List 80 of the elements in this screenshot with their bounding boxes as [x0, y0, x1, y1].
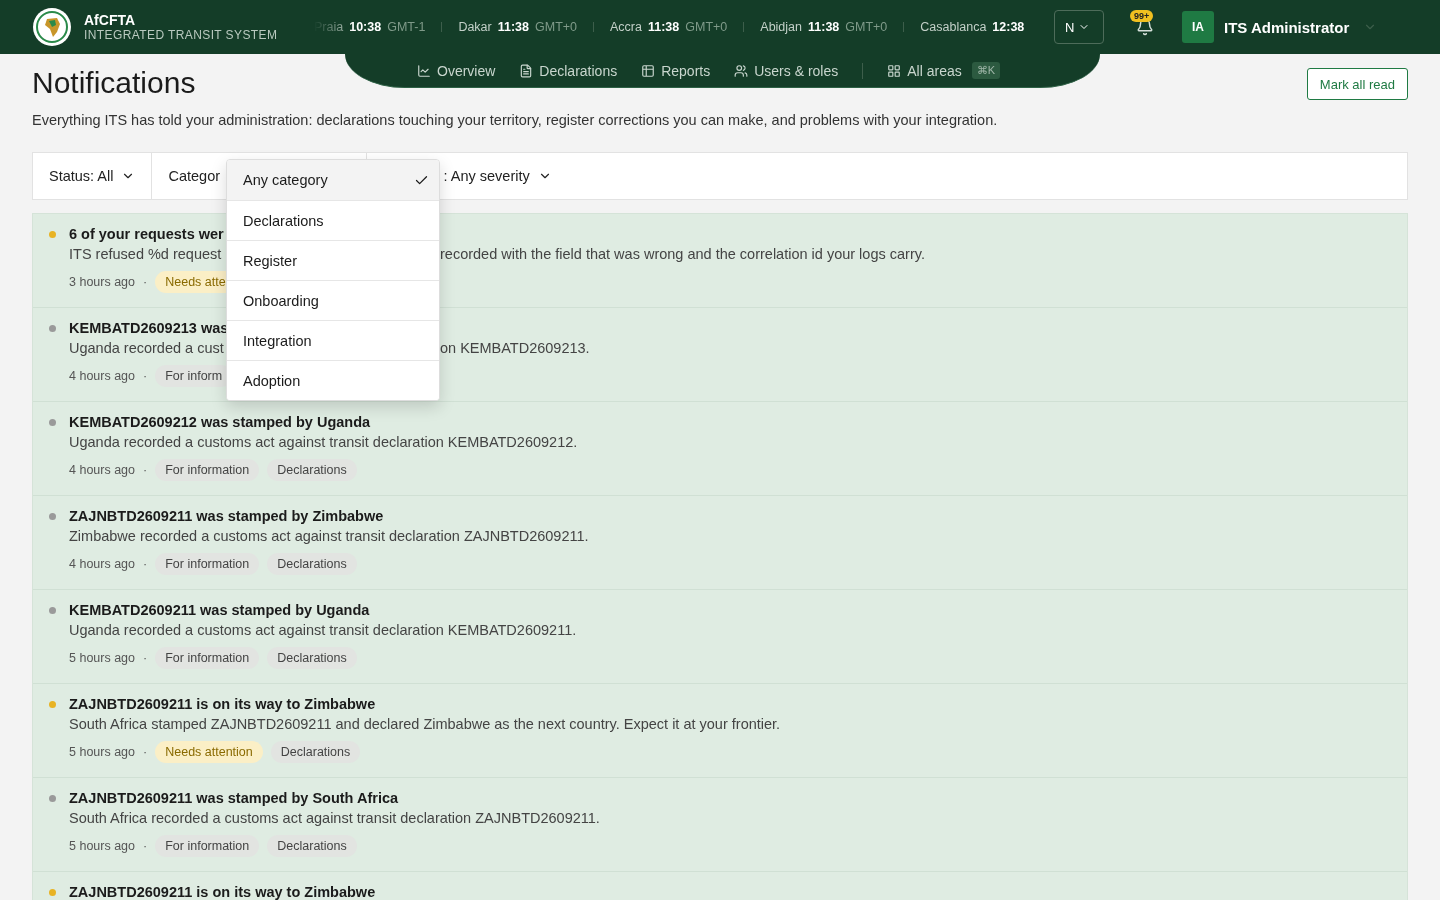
clock-time: 12:38: [992, 20, 1025, 34]
menu-item[interactable]: Register: [227, 240, 439, 280]
notification-title: ZAJNBTD2609211 was stamped by Zimbabwe: [69, 508, 384, 524]
timestamp: 5 hours ago: [69, 839, 136, 853]
clock-city: Casablanca: [920, 20, 987, 34]
page-description: Everything ITS has told your administration: declarations touching your territory, register corrections you can make, and problems with your integration.: [32, 112, 999, 128]
clock-city: Dakar: [458, 20, 492, 34]
tag: Needs attention: [155, 741, 263, 763]
separator: ·: [143, 275, 148, 289]
tag: Declarations: [267, 553, 357, 575]
users-icon: [734, 63, 749, 78]
clock-zone: GMT+0: [685, 20, 728, 34]
timestamp: 3 hours ago: [69, 275, 136, 289]
nav-link[interactable]: Overview: [417, 62, 496, 79]
user-avatar[interactable]: IA: [1182, 11, 1214, 43]
notification-body: recorded with the field that was wrong and the correlation id your logs carry.: [440, 246, 925, 262]
grid-icon: [887, 63, 902, 78]
timestamp: 5 hours ago: [69, 745, 136, 759]
tag: For information: [155, 553, 260, 575]
notification-body: Uganda recorded a customs act against transit declaration KEMBATD2609212.: [69, 434, 578, 450]
clock-city: Abidjan: [760, 20, 802, 34]
language-select[interactable]: N: [1054, 10, 1104, 44]
clock-time: 11:38: [648, 20, 680, 34]
clock-zone: GMT+0: [845, 20, 888, 34]
timestamp: 5 hours ago: [69, 651, 136, 665]
notification-body: ITS refused %d request: [69, 246, 222, 262]
user-name[interactable]: ITS Administrator: [1224, 18, 1350, 36]
menu-item[interactable]: Onboarding: [227, 280, 439, 320]
nav-link[interactable]: Declarations: [519, 62, 618, 79]
brand-subtitle: INTEGRATED TRANSIT SYSTEM: [84, 28, 279, 42]
notification-title: 6 of your requests wer: [69, 226, 224, 242]
table-icon: [641, 63, 656, 78]
clock-city: Accra: [610, 20, 642, 34]
separator: ·: [143, 651, 148, 665]
tag: For information: [155, 459, 260, 481]
chart-icon: [417, 63, 431, 78]
menu-item[interactable]: Any category: [227, 160, 439, 200]
timestamp: 4 hours ago: [69, 557, 136, 571]
document-icon: [519, 63, 534, 78]
page-title: Notifications: [32, 66, 196, 100]
nav-link[interactable]: All areas ⌘K: [887, 62, 1001, 79]
notification-count: 99+: [1130, 10, 1154, 22]
brand-name: AfCFTA: [84, 12, 137, 28]
separator: ·: [143, 369, 148, 383]
clock-time: 11:38: [497, 20, 529, 34]
logo-icon: [32, 7, 72, 47]
notification-body: Zimbabwe recorded a customs act against transit declaration ZAJNBTD2609211.: [69, 528, 589, 544]
separator: ·: [143, 557, 148, 571]
clock-time: 11:38: [808, 20, 840, 34]
separator: ·: [143, 745, 148, 759]
notification-body: Uganda recorded a customs act against transit declaration KEMBATD2609211.: [69, 622, 577, 638]
notification-title: ZAJNBTD2609211 was stamped by South Africa: [69, 790, 399, 806]
tag: For information: [155, 835, 260, 857]
shortcut-hint: ⌘K: [971, 62, 1001, 79]
notification-body: South Africa stamped ZAJNBTD2609211 and declared Zimbabwe as the next country. Expect it at your frontier.: [69, 716, 781, 732]
timestamp: 4 hours ago: [69, 369, 136, 383]
tag: For information: [155, 647, 260, 669]
nav-link[interactable]: Reports: [641, 62, 711, 79]
tag: Declarations: [270, 741, 361, 763]
notification-title: ZAJNBTD2609211 is on its way to Zimbabwe: [69, 696, 376, 712]
mark-all-read-button[interactable]: Mark all read: [1306, 68, 1408, 100]
notification-title: KEMBATD2609211 was stamped by Uganda: [69, 602, 370, 618]
notification-title: KEMBATD2609212 was stamped by Uganda: [69, 414, 371, 430]
separator: ·: [143, 463, 148, 477]
notification-body: South Africa recorded a customs act against transit declaration ZAJNBTD2609211.: [69, 810, 600, 826]
tag: Declarations: [267, 459, 357, 481]
notification-title: ZAJNBTD2609211 is on its way to Zimbabwe: [69, 884, 376, 900]
menu-item[interactable]: Adoption: [227, 360, 439, 400]
menu-item[interactable]: Declarations: [227, 200, 439, 240]
separator: ·: [143, 839, 148, 853]
clock-zone: GMT-1: [387, 20, 426, 34]
timestamp: 4 hours ago: [69, 463, 136, 477]
clock-zone: GMT+0: [535, 20, 578, 34]
tag: Declarations: [267, 835, 357, 857]
tag: Declarations: [267, 647, 357, 669]
notification-body: Uganda recorded a cust: [69, 340, 224, 356]
clock-time: 10:38: [349, 20, 382, 34]
menu-item[interactable]: Integration: [227, 320, 439, 360]
nav-link[interactable]: Users & roles: [734, 62, 839, 79]
notification-body: on KEMBATD2609213.: [440, 340, 590, 356]
